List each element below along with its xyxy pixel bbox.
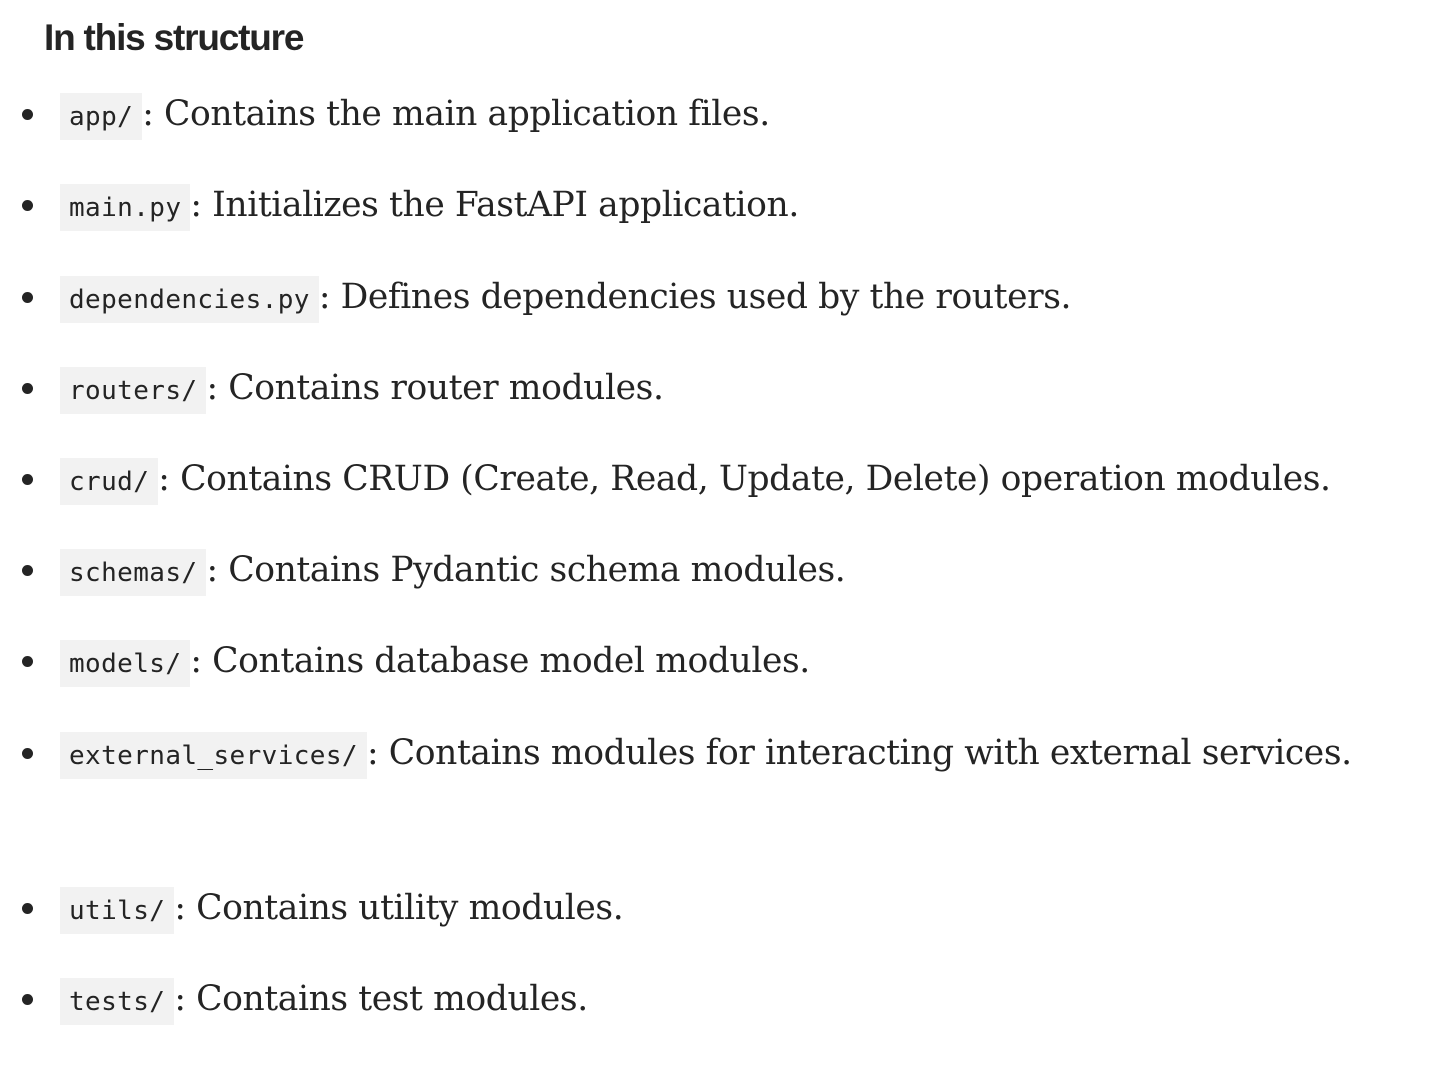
item-description: : Contains test modules. — [174, 979, 588, 1019]
item-description: : Contains the main application files. — [142, 94, 770, 134]
item-description: : Contains database model modules. — [190, 641, 810, 681]
inline-code: external_services/ — [60, 732, 367, 779]
list-item: crud/: Contains CRUD (Create, Read, Upda… — [22, 447, 1360, 514]
bullet-icon — [22, 994, 33, 1005]
bullet-icon — [22, 656, 33, 667]
inline-code: crud/ — [60, 458, 159, 505]
inline-code: routers/ — [60, 367, 207, 414]
inline-code: main.py — [60, 184, 191, 231]
section-heading: In this structure — [44, 17, 304, 58]
inline-code: app/ — [60, 93, 143, 140]
item-description: : Initializes the FastAPI application. — [190, 185, 799, 225]
bullet-icon — [22, 903, 33, 914]
inline-code: utils/ — [60, 887, 175, 934]
bullet-icon — [22, 748, 33, 759]
bullet-icon — [22, 474, 33, 485]
item-description: : Contains modules for interacting with … — [366, 733, 1352, 773]
item-description: : Defines dependencies used by the route… — [318, 277, 1072, 317]
list-item: external_services/: Contains modules for… — [22, 721, 1360, 788]
list-item: app/: Contains the main application file… — [22, 82, 1360, 149]
bullet-icon — [22, 383, 33, 394]
article-section: In this structure — [44, 14, 1424, 62]
inline-code: schemas/ — [60, 549, 207, 596]
list-item: routers/: Contains router modules. — [22, 356, 1360, 423]
list-item: utils/: Contains utility modules. — [22, 876, 1360, 943]
bullet-icon — [22, 292, 33, 303]
list-item: dependencies.py: Defines dependencies us… — [22, 265, 1360, 332]
item-description: : Contains utility modules. — [174, 888, 624, 928]
inline-code: tests/ — [60, 978, 175, 1025]
inline-code: dependencies.py — [60, 276, 319, 323]
item-description: : Contains CRUD (Create, Read, Update, D… — [158, 459, 1331, 499]
list-item: schemas/: Contains Pydantic schema modul… — [22, 538, 1360, 605]
bullet-icon — [22, 565, 33, 576]
list-item: main.py: Initializes the FastAPI applica… — [22, 173, 1360, 240]
item-description: : Contains Pydantic schema modules. — [206, 550, 846, 590]
bullet-icon — [22, 200, 33, 211]
bullet-icon — [22, 109, 33, 120]
inline-code: models/ — [60, 640, 191, 687]
list-item: models/: Contains database model modules… — [22, 629, 1360, 696]
list-item: tests/: Contains test modules. — [22, 967, 1360, 1034]
item-description: : Contains router modules. — [206, 368, 664, 408]
